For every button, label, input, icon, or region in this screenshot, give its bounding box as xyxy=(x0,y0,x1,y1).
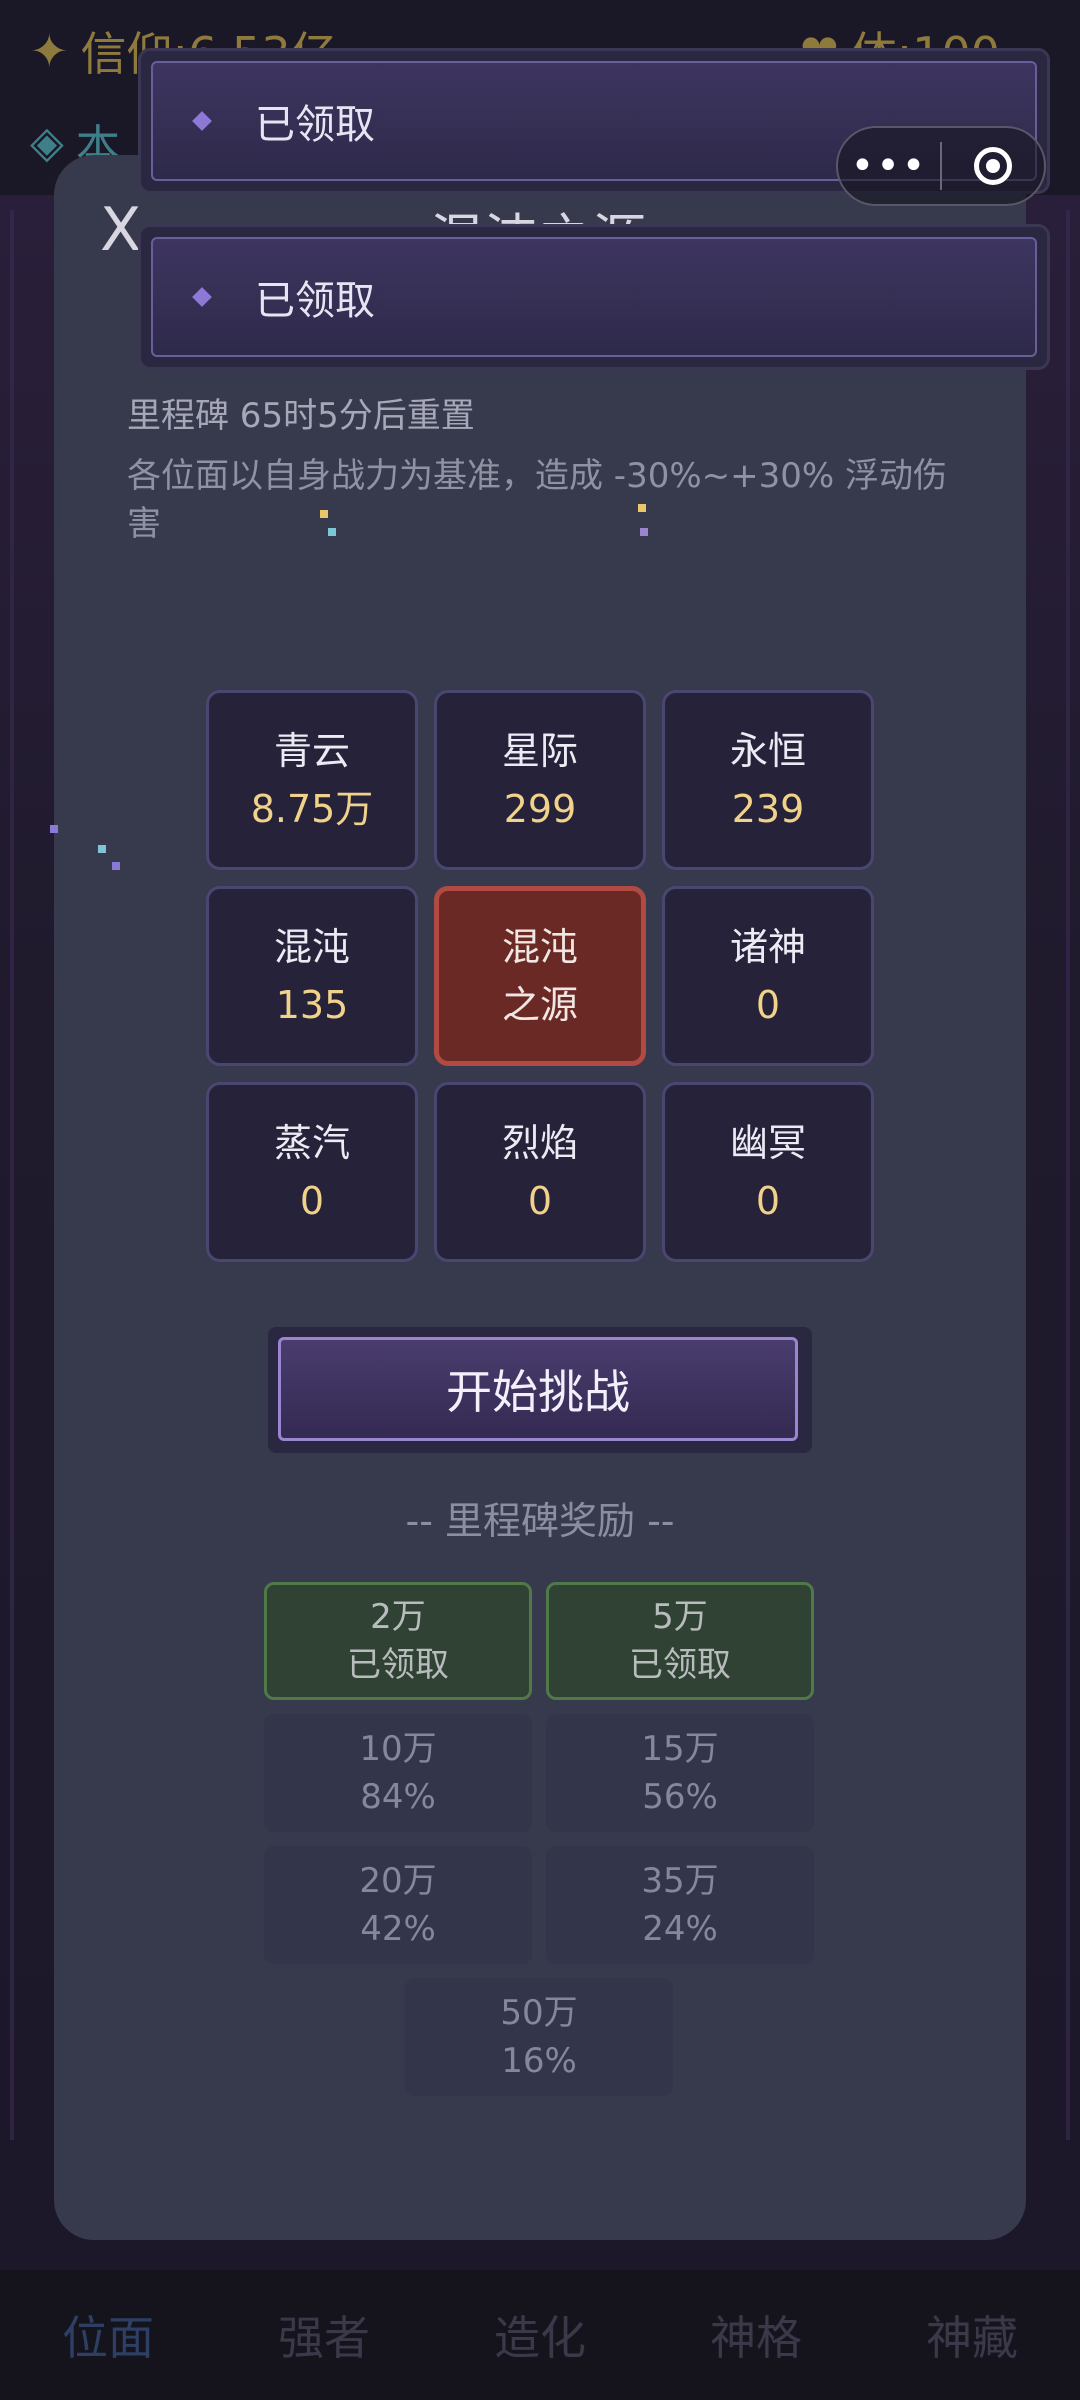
reward-item[interactable]: 15万 56% xyxy=(546,1714,814,1832)
plane-value: 0 xyxy=(527,1179,553,1223)
reward-status: 16% xyxy=(501,2041,577,2081)
reward-amount: 5万 xyxy=(652,1597,708,1637)
plane-cell-lieyan[interactable]: 烈焰 0 xyxy=(434,1082,646,1262)
plane-name: 混沌 xyxy=(273,925,350,969)
reward-item[interactable]: 35万 24% xyxy=(546,1846,814,1964)
plane-value: 0 xyxy=(755,1179,781,1223)
plane-value: 0 xyxy=(299,1179,325,1223)
plane-value: 299 xyxy=(503,787,577,831)
reward-status: 24% xyxy=(642,1909,718,1949)
plane-cell-yongheng[interactable]: 永恒 239 xyxy=(662,690,874,870)
reward-item[interactable]: 20万 42% xyxy=(264,1846,532,1964)
tab-treasury[interactable]: 神藏 xyxy=(872,2302,1072,2368)
sparkle-decoration xyxy=(112,862,120,870)
plane-name: 永恒 xyxy=(729,729,806,773)
plane-cell-youming[interactable]: 幽冥 0 xyxy=(662,1082,874,1262)
plane-value: 239 xyxy=(731,787,805,831)
sparkle-decoration xyxy=(640,528,648,536)
plane-name-line2: 之源 xyxy=(501,983,578,1027)
plane-name: 诸神 xyxy=(729,925,806,969)
plane-cell-zhengqi[interactable]: 蒸汽 0 xyxy=(206,1082,418,1262)
reward-item[interactable]: 10万 84% xyxy=(264,1714,532,1832)
reward-status: 84% xyxy=(360,1777,436,1817)
start-challenge-button[interactable]: 开始挑战 xyxy=(278,1337,798,1441)
plane-cell-xingji[interactable]: 星际 299 xyxy=(434,690,646,870)
plane-value: 8.75万 xyxy=(250,787,374,831)
plane-name: 幽冥 xyxy=(729,1121,806,1165)
reward-status: 已领取 xyxy=(347,1645,449,1685)
tab-creation[interactable]: 造化 xyxy=(440,2302,640,2368)
start-challenge-frame: 开始挑战 xyxy=(268,1327,812,1453)
miniprogram-capsule: ••• xyxy=(836,126,1046,206)
plane-cell-qingyun[interactable]: 青云 8.75万 xyxy=(206,690,418,870)
plane-name-line1: 混沌 xyxy=(501,925,578,969)
reward-status: 56% xyxy=(642,1777,718,1817)
left-frame-decoration xyxy=(10,210,54,2140)
record-icon[interactable] xyxy=(942,147,1044,185)
more-icon[interactable]: ••• xyxy=(838,143,940,189)
damage-description: 各位面以自身战力为基准，造成 -30%~+30% 浮动伤害 xyxy=(127,456,947,544)
reward-amount: 2万 xyxy=(370,1597,426,1637)
wheat-icon: ✦ xyxy=(30,24,69,78)
plane-grid: 青云 8.75万 星际 299 永恒 239 混沌 135 混沌 之源 诸神 0… xyxy=(206,690,874,1262)
tab-planes[interactable]: 位面 xyxy=(8,2302,208,2368)
sparkle-decoration xyxy=(328,528,336,536)
tab-divinity[interactable]: 神格 xyxy=(656,2302,856,2368)
reward-amount: 50万 xyxy=(500,1993,578,2033)
reward-amount: 35万 xyxy=(641,1861,719,1901)
sparkle-decoration xyxy=(98,845,106,853)
reward-status: 已领取 xyxy=(629,1645,731,1685)
reward-amount: 15万 xyxy=(641,1729,719,1769)
plane-cell-zhushen[interactable]: 诸神 0 xyxy=(662,886,874,1066)
toast-notification: 已领取 xyxy=(138,224,1050,370)
bottom-tab-bar: 位面 强者 造化 神格 神藏 xyxy=(0,2270,1080,2400)
plane-cell-hundun[interactable]: 混沌 135 xyxy=(206,886,418,1066)
reward-amount: 10万 xyxy=(359,1729,437,1769)
sparkle-decoration xyxy=(320,510,328,518)
diamond-icon xyxy=(192,287,212,307)
sparkle-decoration xyxy=(638,504,646,512)
toast-text: 已领取 xyxy=(255,102,375,148)
diamond-icon xyxy=(192,111,212,131)
tab-strongest[interactable]: 强者 xyxy=(224,2302,424,2368)
milestone-reset-text: 里程碑 65时5分后重置 xyxy=(127,396,475,436)
sparkle-decoration xyxy=(50,825,58,833)
modal-close-button[interactable]: X xyxy=(100,195,141,265)
toast-body: 已领取 xyxy=(151,237,1037,357)
plane-cell-hundun-source[interactable]: 混沌 之源 xyxy=(434,886,646,1066)
reward-status: 42% xyxy=(360,1909,436,1949)
milestone-header: -- 里程碑奖励 -- xyxy=(405,1499,675,1543)
plane-value: 135 xyxy=(275,983,349,1027)
plane-value: 0 xyxy=(755,983,781,1027)
reward-item[interactable]: 5万 已领取 xyxy=(546,1582,814,1700)
plane-name: 蒸汽 xyxy=(273,1121,350,1165)
reward-amount: 20万 xyxy=(359,1861,437,1901)
right-frame-decoration xyxy=(1026,210,1070,2140)
diamond-icon: ◈ xyxy=(30,116,64,168)
toast-text: 已领取 xyxy=(255,278,375,324)
plane-name: 青云 xyxy=(273,729,350,773)
reward-item[interactable]: 50万 16% xyxy=(405,1978,673,2096)
reward-item[interactable]: 2万 已领取 xyxy=(264,1582,532,1700)
plane-name: 烈焰 xyxy=(501,1121,578,1165)
plane-name: 星际 xyxy=(501,729,578,773)
